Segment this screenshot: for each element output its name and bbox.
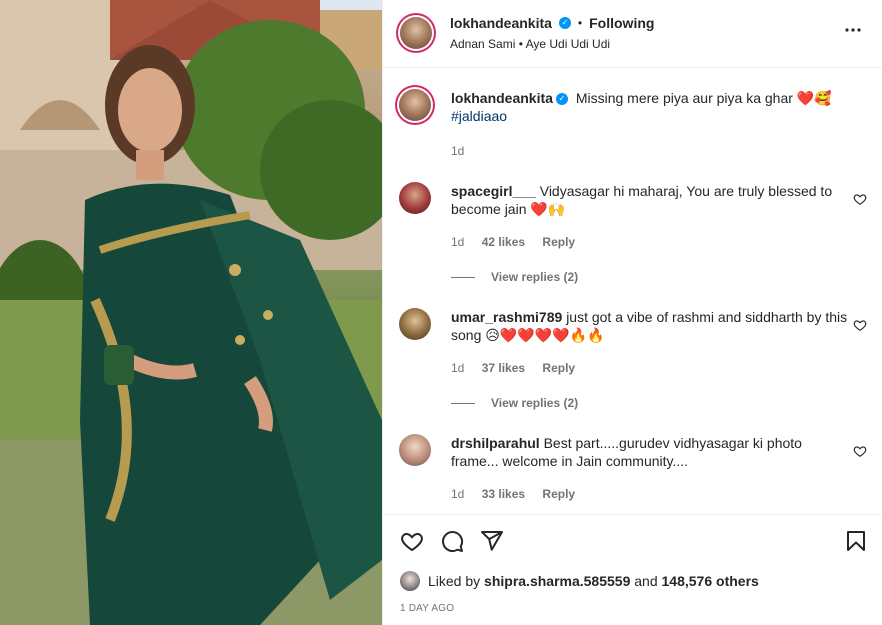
comments-list[interactable]: lokhandeankita ✓ Missing mere piya aur pi…: [383, 69, 882, 514]
reply-button[interactable]: Reply: [542, 487, 575, 501]
reply-button[interactable]: Reply: [542, 361, 575, 375]
replies-divider: [451, 402, 475, 404]
verified-badge-icon: ✓: [555, 93, 568, 106]
comment-like-heart-icon[interactable]: [853, 444, 867, 458]
comment-username[interactable]: drshilparahul: [451, 435, 540, 451]
heart-icon[interactable]: [400, 529, 424, 553]
caption-text: Missing mere piya aur piya ka ghar ❤️🥰: [575, 90, 832, 106]
comment-likes[interactable]: 33 likes: [482, 487, 525, 501]
caption-author-avatar[interactable]: [399, 89, 431, 121]
replies-divider: [451, 276, 475, 278]
caption-time[interactable]: 1d: [451, 144, 464, 158]
comment-item: spacegirl___ Vidyasagar hi maharaj, You …: [399, 182, 869, 292]
comment-body: umar_rashmi789 just got a vibe of rashmi…: [451, 308, 851, 344]
verified-badge-icon: ✓: [558, 17, 571, 29]
comment-icon[interactable]: [440, 529, 464, 553]
post-video-frame: [0, 0, 382, 625]
comment-item: umar_rashmi789 just got a vibe of rashmi…: [399, 308, 869, 418]
author-username[interactable]: lokhandeankita: [450, 15, 552, 31]
post-actions: Liked by shipra.sharma.585559 and 148,57…: [383, 514, 882, 625]
comment-username[interactable]: umar_rashmi789: [451, 309, 562, 325]
comment-time[interactable]: 1d: [451, 235, 464, 249]
share-icon[interactable]: [480, 529, 504, 553]
view-replies-label: View replies (2): [491, 396, 579, 410]
separator-dot: •: [577, 16, 583, 30]
author-avatar[interactable]: [400, 17, 432, 49]
commenter-avatar[interactable]: [399, 434, 431, 466]
reply-button[interactable]: Reply: [542, 235, 575, 249]
comment-meta: 1d 33 likes Reply: [451, 487, 589, 501]
liked-by-and: and: [634, 573, 658, 589]
view-replies-label: View replies (2): [491, 270, 579, 284]
liked-by-prefix: Liked by: [428, 573, 481, 589]
comment-meta: 1d 42 likes Reply: [451, 235, 589, 249]
post-header: lokhandeankita ✓ • Following Adnan Sami …: [383, 0, 882, 68]
caption-username[interactable]: lokhandeankita: [451, 90, 553, 106]
comment-body: drshilparahul Best part.....gurudev vidh…: [451, 434, 851, 470]
commenter-avatar[interactable]: [399, 308, 431, 340]
comment-body: spacegirl___ Vidyasagar hi maharaj, You …: [451, 182, 851, 218]
author-row: lokhandeankita ✓ • Following: [450, 15, 654, 31]
comment-time[interactable]: 1d: [451, 361, 464, 375]
liked-by-others[interactable]: 148,576 others: [662, 573, 759, 589]
post-side-panel: lokhandeankita ✓ • Following Adnan Sami …: [382, 0, 882, 625]
comment-time[interactable]: 1d: [451, 487, 464, 501]
liker-avatar[interactable]: [400, 571, 420, 591]
comment-item: drshilparahul Best part.....gurudev vidh…: [399, 434, 869, 514]
caption-hashtag[interactable]: #jaldiaao: [451, 108, 507, 124]
more-options-icon[interactable]: [841, 18, 865, 42]
comment-like-heart-icon[interactable]: [853, 318, 867, 332]
post-media[interactable]: [0, 0, 382, 625]
comment-likes[interactable]: 42 likes: [482, 235, 525, 249]
comment-like-heart-icon[interactable]: [853, 192, 867, 206]
view-replies-button[interactable]: View replies (2): [451, 270, 578, 284]
view-replies-button[interactable]: View replies (2): [451, 396, 578, 410]
liked-by-row: Liked by shipra.sharma.585559 and 148,57…: [400, 571, 759, 591]
caption-meta: 1d: [451, 144, 478, 158]
commenter-avatar[interactable]: [399, 182, 431, 214]
comment-meta: 1d 37 likes Reply: [451, 361, 589, 375]
caption: lokhandeankita ✓ Missing mere piya aur pi…: [399, 89, 869, 169]
audio-track-link[interactable]: Adnan Sami • Aye Udi Udi Udi: [450, 37, 610, 51]
caption-body: lokhandeankita ✓ Missing mere piya aur pi…: [451, 89, 851, 125]
following-button[interactable]: Following: [589, 15, 654, 31]
liked-by-user[interactable]: shipra.sharma.585559: [484, 573, 630, 589]
bookmark-icon[interactable]: [844, 529, 868, 553]
post-date[interactable]: 1 DAY AGO: [400, 603, 454, 614]
comment-username[interactable]: spacegirl___: [451, 183, 536, 199]
comment-likes[interactable]: 37 likes: [482, 361, 525, 375]
